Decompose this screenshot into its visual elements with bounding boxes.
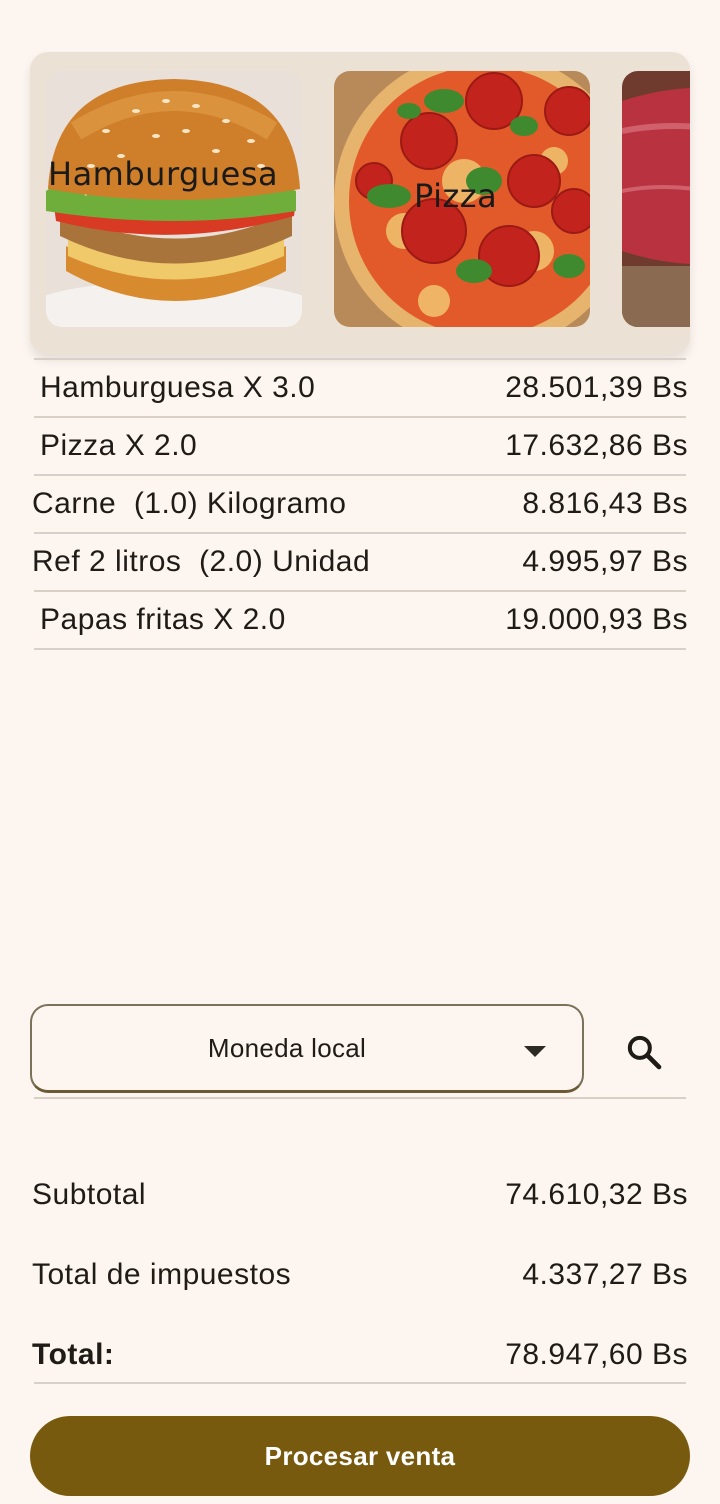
row-divider (34, 648, 686, 650)
burger-image (46, 71, 302, 327)
section-divider (34, 1382, 686, 1384)
item-price: 28.501,39 Bs (505, 371, 688, 404)
item-name: Carne (1.0) Kilogramo (32, 487, 347, 520)
item-name: Hamburguesa X 3.0 (40, 371, 316, 404)
tax-label: Total de impuestos (32, 1258, 292, 1291)
list-item[interactable]: Pizza X 2.0 17.632,86 Bs (32, 418, 688, 474)
totals-section: Subtotal 74.610,32 Bs Total de impuestos… (32, 1155, 688, 1395)
meat-image (622, 71, 690, 327)
process-sale-button[interactable]: Procesar venta (30, 1416, 690, 1496)
product-carousel[interactable]: Hamburguesa Pizza (30, 52, 690, 354)
product-label: Hamburguesa (48, 155, 279, 193)
item-price: 8.816,43 Bs (522, 487, 688, 520)
total-label: Total: (32, 1338, 115, 1371)
search-button[interactable] (612, 1020, 676, 1084)
subtotal-value: 74.610,32 Bs (505, 1178, 688, 1211)
item-name: Papas fritas X 2.0 (40, 603, 286, 636)
subtotal-row: Subtotal 74.610,32 Bs (32, 1155, 688, 1235)
cart-items-list: Hamburguesa X 3.0 28.501,39 Bs Pizza X 2… (32, 358, 688, 650)
product-tile-carne[interactable] (622, 71, 690, 327)
item-name: Pizza X 2.0 (40, 429, 198, 462)
currency-selected-value: Moneda local (207, 1032, 367, 1063)
item-price: 17.632,86 Bs (505, 429, 688, 462)
product-tile-hamburguesa[interactable]: Hamburguesa (46, 71, 302, 327)
tax-value: 4.337,27 Bs (522, 1258, 688, 1291)
section-divider (34, 1097, 686, 1099)
list-item[interactable]: Papas fritas X 2.0 19.000,93 Bs (32, 592, 688, 648)
list-item[interactable]: Carne (1.0) Kilogramo 8.816,43 Bs (32, 476, 688, 532)
item-price: 19.000,93 Bs (505, 603, 688, 636)
list-item[interactable]: Ref 2 litros (2.0) Unidad 4.995,97 Bs (32, 534, 688, 590)
subtotal-label: Subtotal (32, 1178, 147, 1211)
total-value: 78.947,60 Bs (505, 1338, 688, 1371)
search-icon (627, 1035, 662, 1070)
item-price: 4.995,97 Bs (522, 545, 688, 578)
product-tile-pizza[interactable]: Pizza (334, 71, 590, 327)
item-name: Ref 2 litros (2.0) Unidad (32, 545, 371, 578)
tax-row: Total de impuestos 4.337,27 Bs (32, 1235, 688, 1315)
list-item[interactable]: Hamburguesa X 3.0 28.501,39 Bs (32, 360, 688, 416)
product-label: Pizza (414, 177, 498, 215)
dropdown-arrow-icon (524, 1046, 546, 1057)
currency-dropdown[interactable]: Moneda local (30, 1004, 584, 1093)
